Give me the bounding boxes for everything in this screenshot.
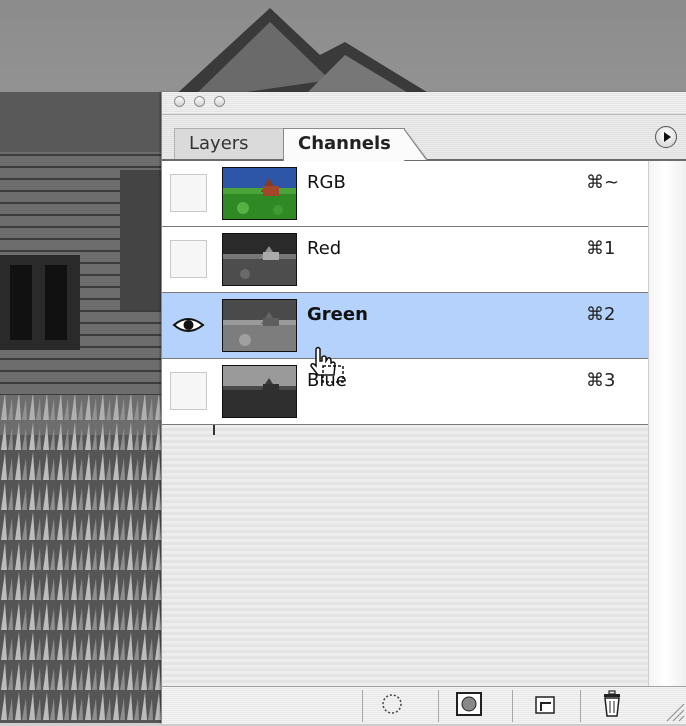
zoom-icon[interactable]	[214, 96, 225, 107]
palette-title-bar[interactable]	[162, 92, 686, 115]
toolbar-separator	[362, 690, 363, 722]
channel-shortcut: ⌘~	[586, 172, 620, 193]
toolbar-separator	[580, 690, 581, 722]
channel-row-green[interactable]: Green ⌘2	[162, 293, 648, 359]
channel-name: Green	[307, 304, 368, 325]
close-icon[interactable]	[174, 96, 185, 107]
new-channel-icon[interactable]	[525, 689, 565, 719]
vertical-scrollbar[interactable]	[648, 161, 686, 686]
channel-row-rgb[interactable]: RGB ⌘~	[162, 161, 648, 227]
palette-bottom-toolbar	[162, 686, 686, 724]
channel-shortcut: ⌘3	[586, 370, 616, 391]
eye-icon	[172, 318, 205, 332]
load-channel-as-selection-icon[interactable]	[372, 689, 412, 719]
channel-thumbnail-rgb	[222, 167, 297, 220]
visibility-toggle[interactable]	[170, 174, 207, 212]
channel-row-red[interactable]: Red ⌘1	[162, 227, 648, 293]
visibility-toggle[interactable]	[170, 306, 207, 344]
palette-menu-arrow-icon[interactable]	[655, 126, 677, 148]
tab-channels[interactable]: Channels	[283, 128, 428, 161]
drag-hand-cursor-icon	[306, 345, 348, 385]
channel-shortcut: ⌘1	[586, 238, 616, 259]
delete-channel-icon[interactable]	[592, 689, 632, 719]
resize-grip-icon[interactable]	[663, 700, 685, 722]
minimize-icon[interactable]	[194, 96, 205, 107]
toolbar-separator	[438, 690, 439, 722]
save-selection-as-channel-icon[interactable]	[449, 689, 489, 719]
channel-shortcut: ⌘2	[586, 304, 616, 325]
channel-thumbnail-blue	[222, 365, 297, 418]
palette-tab-bar: Layers Channels	[162, 115, 686, 161]
channel-name: RGB	[307, 172, 346, 193]
channel-thumbnail-green	[222, 299, 297, 352]
toolbar-separator	[512, 690, 513, 722]
visibility-toggle[interactable]	[170, 372, 207, 410]
channel-thumbnail-red	[222, 233, 297, 286]
channel-name: Red	[307, 238, 342, 259]
channel-row-blue[interactable]: Blue ⌘3	[162, 359, 648, 425]
channels-palette: Layers Channels RGB ⌘~ Red ⌘1 Green ⌘2 B…	[161, 92, 686, 724]
tab-layers[interactable]: Layers	[174, 128, 284, 159]
visibility-toggle[interactable]	[170, 240, 207, 278]
